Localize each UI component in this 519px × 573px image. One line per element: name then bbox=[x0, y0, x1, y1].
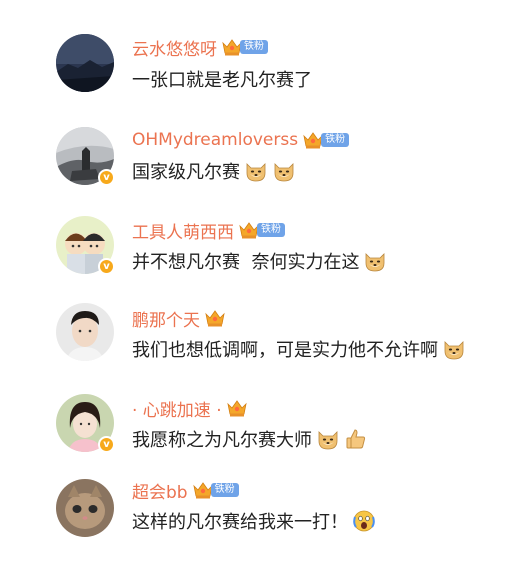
name-row: 云水悠悠呀 铁粉 bbox=[132, 35, 268, 60]
name-row: 超会bb 铁粉 bbox=[132, 478, 239, 503]
comment-text-row: 国家级凡尔赛 bbox=[132, 157, 296, 185]
doge-emoji bbox=[272, 159, 296, 183]
username[interactable]: 超会bb bbox=[132, 478, 188, 503]
verified-badge-icon: v bbox=[98, 169, 115, 186]
comment-text-row: 一张口就是老凡尔赛了 bbox=[132, 65, 312, 93]
name-row: · 心跳加速 · bbox=[132, 396, 248, 421]
thumbs-up-emoji bbox=[344, 427, 368, 451]
comment-item: 云水悠悠呀 铁粉 一张口就是老凡尔赛了 bbox=[0, 23, 519, 103]
username[interactable]: 鹏那个天 bbox=[132, 306, 200, 331]
comment-text: 我愿称之为凡尔赛大师 bbox=[132, 430, 312, 451]
crown-icon bbox=[226, 398, 248, 418]
doge-emoji bbox=[442, 337, 466, 361]
fan-badge: 铁粉 bbox=[240, 40, 268, 54]
comment-text: 并不想凡尔赛 奈何实力在这 bbox=[132, 252, 360, 273]
username[interactable]: 工具人萌西西 bbox=[132, 218, 234, 243]
fan-badge: 铁粉 bbox=[210, 483, 239, 497]
comment-item: v 工具人萌西西 铁粉 并不想凡尔赛 奈何实力在这 bbox=[0, 206, 519, 286]
username[interactable]: OHMydreamloverss bbox=[132, 130, 298, 150]
comment-text-row: 我愿称之为凡尔赛大师 bbox=[132, 425, 368, 453]
comment-item: 超会bb 铁粉 这样的凡尔赛给我来一打！ bbox=[0, 474, 519, 554]
doge-emoji bbox=[316, 427, 340, 451]
doge-emoji bbox=[363, 249, 387, 273]
crown-icon bbox=[204, 308, 226, 328]
username[interactable]: · 心跳加速 · bbox=[132, 396, 222, 421]
comment-text: 我们也想低调啊，可是实力他不允许啊 bbox=[132, 340, 438, 361]
name-row: OHMydreamloverss 铁粉 bbox=[132, 128, 350, 152]
comment-text-row: 这样的凡尔赛给我来一打！ bbox=[132, 507, 376, 535]
avatar[interactable] bbox=[56, 34, 114, 92]
comment-item: v OHMydreamloverss 铁粉 国家级凡尔赛 bbox=[0, 117, 519, 197]
username[interactable]: 云水悠悠呀 bbox=[132, 35, 217, 60]
avatar[interactable] bbox=[56, 479, 114, 537]
comment-item: 鹏那个天 我们也想低调啊，可是实力他不允许啊 bbox=[0, 296, 519, 376]
verified-badge-icon: v bbox=[98, 436, 115, 453]
comment-text: 国家级凡尔赛 bbox=[132, 162, 240, 183]
doge-emoji bbox=[244, 159, 268, 183]
comment-text: 一张口就是老凡尔赛了 bbox=[132, 70, 312, 91]
name-row: 工具人萌西西 铁粉 bbox=[132, 218, 285, 243]
fan-badge: 铁粉 bbox=[257, 223, 285, 237]
screaming-face-emoji bbox=[352, 509, 376, 533]
comment-text-row: 我们也想低调啊，可是实力他不允许啊 bbox=[132, 335, 466, 363]
comment-text-row: 并不想凡尔赛 奈何实力在这 bbox=[132, 247, 387, 275]
comment-text: 这样的凡尔赛给我来一打！ bbox=[132, 512, 348, 533]
name-row: 鹏那个天 bbox=[132, 306, 226, 331]
comment-item: v · 心跳加速 · 我愿称之为凡尔赛大师 bbox=[0, 385, 519, 465]
fan-badge: 铁粉 bbox=[321, 133, 350, 147]
avatar[interactable] bbox=[56, 303, 114, 361]
verified-badge-icon: v bbox=[98, 258, 115, 275]
